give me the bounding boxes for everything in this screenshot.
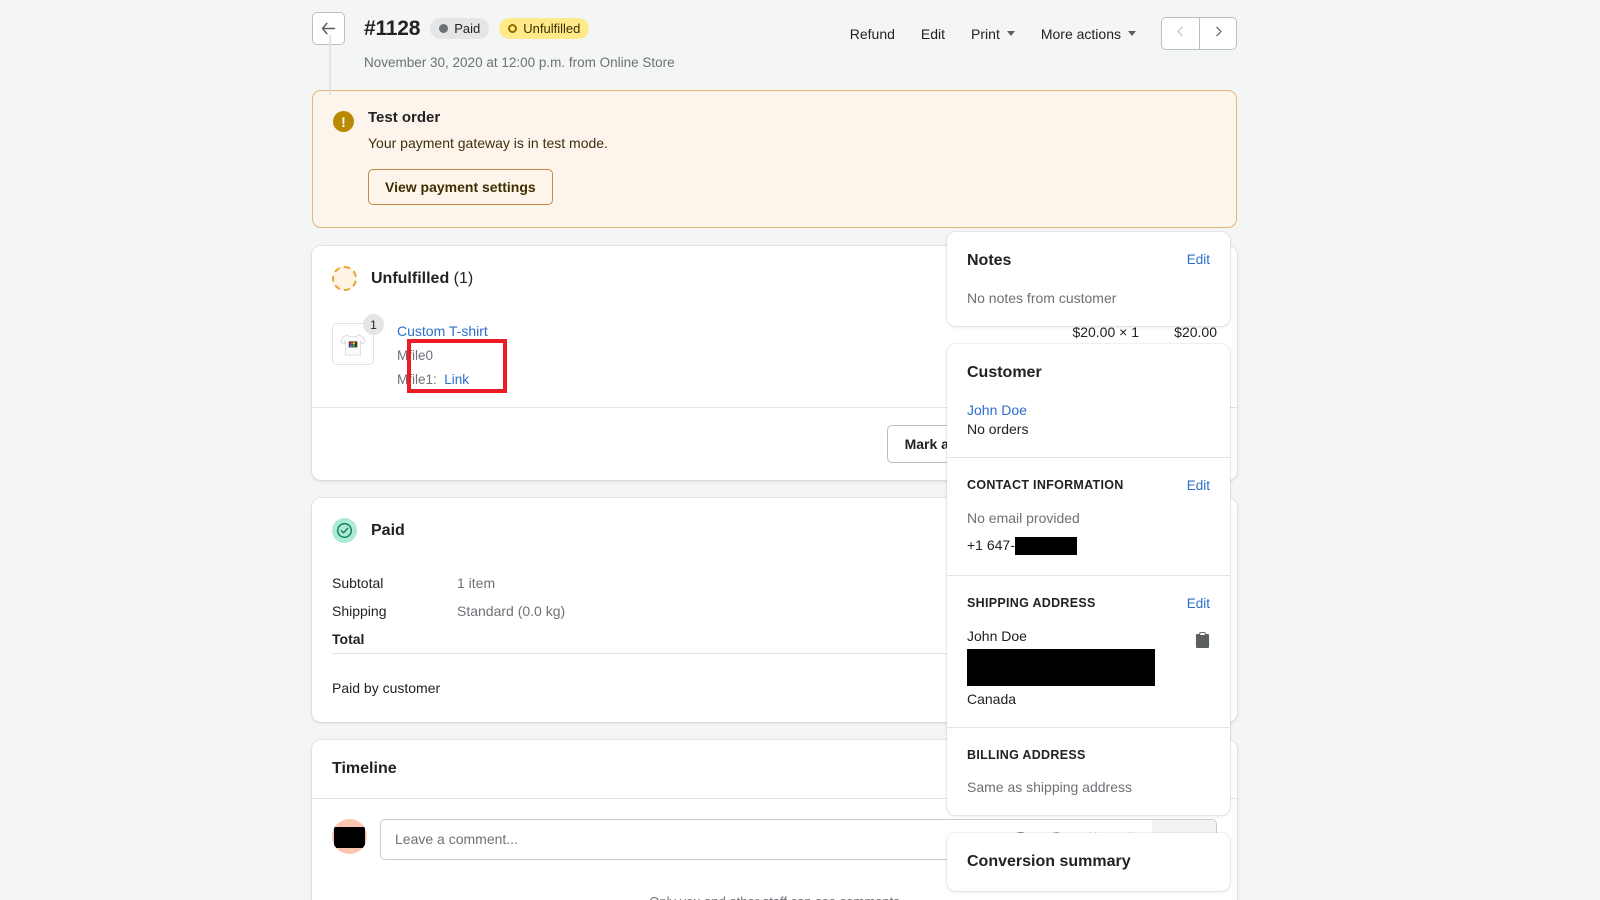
timeline-rail: [329, 35, 331, 95]
copy-address-icon[interactable]: [1195, 632, 1210, 654]
print-label: Print: [971, 26, 1000, 42]
contact-header: CONTACT INFORMATION Edit: [967, 478, 1210, 493]
redaction-bar: [334, 827, 365, 848]
shipping-label: Shipping: [332, 597, 457, 625]
page-title: #1128: [364, 17, 420, 41]
total-label: Total: [332, 625, 457, 654]
banner-title: Test order: [368, 109, 608, 126]
conversion-summary-body: Conversion summary: [947, 833, 1230, 891]
billing-address-section: BILLING ADDRESS Same as shipping address: [947, 727, 1230, 815]
print-button[interactable]: Print: [958, 20, 1028, 48]
customer-card: Customer John Doe No orders CONTACT INFO…: [947, 344, 1230, 815]
shipping-address-label: SHIPPING ADDRESS: [967, 596, 1096, 610]
sidebar-column: Notes Edit No notes from customer Custom…: [947, 232, 1230, 891]
edit-button[interactable]: Edit: [908, 20, 958, 48]
product-name-link[interactable]: Custom T-shirt: [397, 323, 1019, 339]
contact-information-section: CONTACT INFORMATION Edit No email provid…: [947, 457, 1230, 575]
shipping-country: Canada: [967, 691, 1155, 707]
customer-order-count: No orders: [967, 421, 1210, 437]
product-thumbnail-wrap: 1: [332, 323, 374, 365]
page-header: #1128 Paid Unfulfilled November 30, 2020…: [312, 0, 1237, 70]
refund-label: Refund: [850, 26, 895, 42]
warning-icon: !: [333, 111, 354, 132]
fulfillment-status-title: Unfulfilled (1): [371, 270, 473, 288]
line-item-property-1-label: Mfile1:: [397, 372, 437, 387]
shipping-address-section: SHIPPING ADDRESS Edit John Doe Canada: [947, 575, 1230, 727]
shipping-header: SHIPPING ADDRESS Edit: [967, 596, 1210, 611]
line-item-property-1-link[interactable]: Link: [444, 372, 469, 387]
notes-card: Notes Edit No notes from customer: [947, 232, 1230, 326]
shipping-address-row: John Doe Canada: [967, 628, 1210, 707]
header-titles: #1128 Paid Unfulfilled November 30, 2020…: [364, 12, 837, 70]
timeline-footnote: Only you and other staff can see comment…: [312, 894, 1237, 900]
chevron-left-icon: [1174, 25, 1187, 43]
chevron-right-icon: [1212, 25, 1225, 43]
redaction-bar: [967, 649, 1155, 686]
customer-email: No email provided: [967, 510, 1210, 526]
notes-title: Notes: [967, 252, 1011, 270]
shipping-edit-link[interactable]: Edit: [1187, 596, 1210, 611]
subtotal-label: Subtotal: [332, 569, 457, 597]
edit-label: Edit: [921, 26, 945, 42]
ring-hollow-icon: [508, 24, 517, 33]
quantity-badge: 1: [363, 314, 384, 335]
previous-order-button[interactable]: [1161, 17, 1199, 50]
view-payment-settings-button[interactable]: View payment settings: [368, 169, 553, 205]
billing-address-value: Same as shipping address: [967, 779, 1210, 795]
chevron-down-icon: [1007, 31, 1015, 36]
status-badge-paid-label: Paid: [454, 22, 480, 35]
contact-edit-link[interactable]: Edit: [1187, 478, 1210, 493]
fulfillment-status-text: Unfulfilled: [371, 270, 449, 287]
unfulfilled-icon: [332, 266, 357, 291]
refund-button[interactable]: Refund: [837, 20, 908, 48]
customer-phone-prefix: +1 647-: [967, 537, 1015, 553]
notes-edit-link[interactable]: Edit: [1187, 252, 1210, 267]
fulfillment-status-count: (1): [454, 270, 474, 287]
conversion-summary-title: Conversion summary: [967, 853, 1210, 871]
notes-header: Notes Edit: [967, 252, 1210, 270]
notes-empty-text: No notes from customer: [967, 290, 1210, 306]
status-badge-unfulfilled-label: Unfulfilled: [523, 22, 580, 35]
status-badge-paid: Paid: [430, 18, 489, 39]
dot-filled-icon: [439, 24, 448, 33]
redaction-bar: [1015, 537, 1077, 555]
test-order-banner: ! Test order Your payment gateway is in …: [312, 90, 1237, 228]
customer-title: Customer: [967, 364, 1210, 382]
line-item-property-1: Mfile1: Link: [397, 372, 1019, 387]
paid-icon: [332, 518, 357, 543]
comment-input[interactable]: [381, 831, 1011, 847]
customer-phone: +1 647-: [967, 537, 1210, 555]
banner-message: Your payment gateway is in test mode.: [368, 135, 608, 151]
avatar: [332, 819, 367, 854]
order-detail-page: #1128 Paid Unfulfilled November 30, 2020…: [0, 0, 1600, 900]
title-row: #1128 Paid Unfulfilled: [364, 12, 837, 45]
notes-body: Notes Edit No notes from customer: [947, 232, 1230, 326]
customer-body: Customer John Doe No orders: [947, 344, 1230, 457]
payment-status-title: Paid: [371, 522, 405, 540]
chevron-down-icon: [1128, 31, 1136, 36]
next-order-button[interactable]: [1199, 17, 1237, 50]
tshirt-image: [336, 327, 370, 361]
header-actions: Refund Edit Print More actions: [837, 12, 1237, 50]
customer-info: John Doe No orders: [967, 402, 1210, 437]
more-actions-label: More actions: [1041, 26, 1121, 42]
billing-address-label: BILLING ADDRESS: [967, 748, 1210, 762]
shipping-name: John Doe: [967, 628, 1155, 644]
line-item-info: Custom T-shirt Mfile0 Mfile1: Link: [397, 323, 1019, 387]
order-date-source: November 30, 2020 at 12:00 p.m. from Onl…: [364, 55, 837, 70]
timeline-title: Timeline: [332, 760, 397, 778]
banner-content: Test order Your payment gateway is in te…: [368, 109, 608, 205]
contact-information-label: CONTACT INFORMATION: [967, 478, 1124, 492]
conversion-summary-card: Conversion summary: [947, 833, 1230, 891]
shipping-address-block: John Doe Canada: [967, 628, 1155, 707]
customer-name-link[interactable]: John Doe: [967, 402, 1210, 418]
order-pagination: [1161, 17, 1237, 50]
more-actions-button[interactable]: More actions: [1028, 20, 1149, 48]
line-item-property-0: Mfile0: [397, 348, 1019, 363]
status-badge-unfulfilled: Unfulfilled: [499, 18, 589, 39]
